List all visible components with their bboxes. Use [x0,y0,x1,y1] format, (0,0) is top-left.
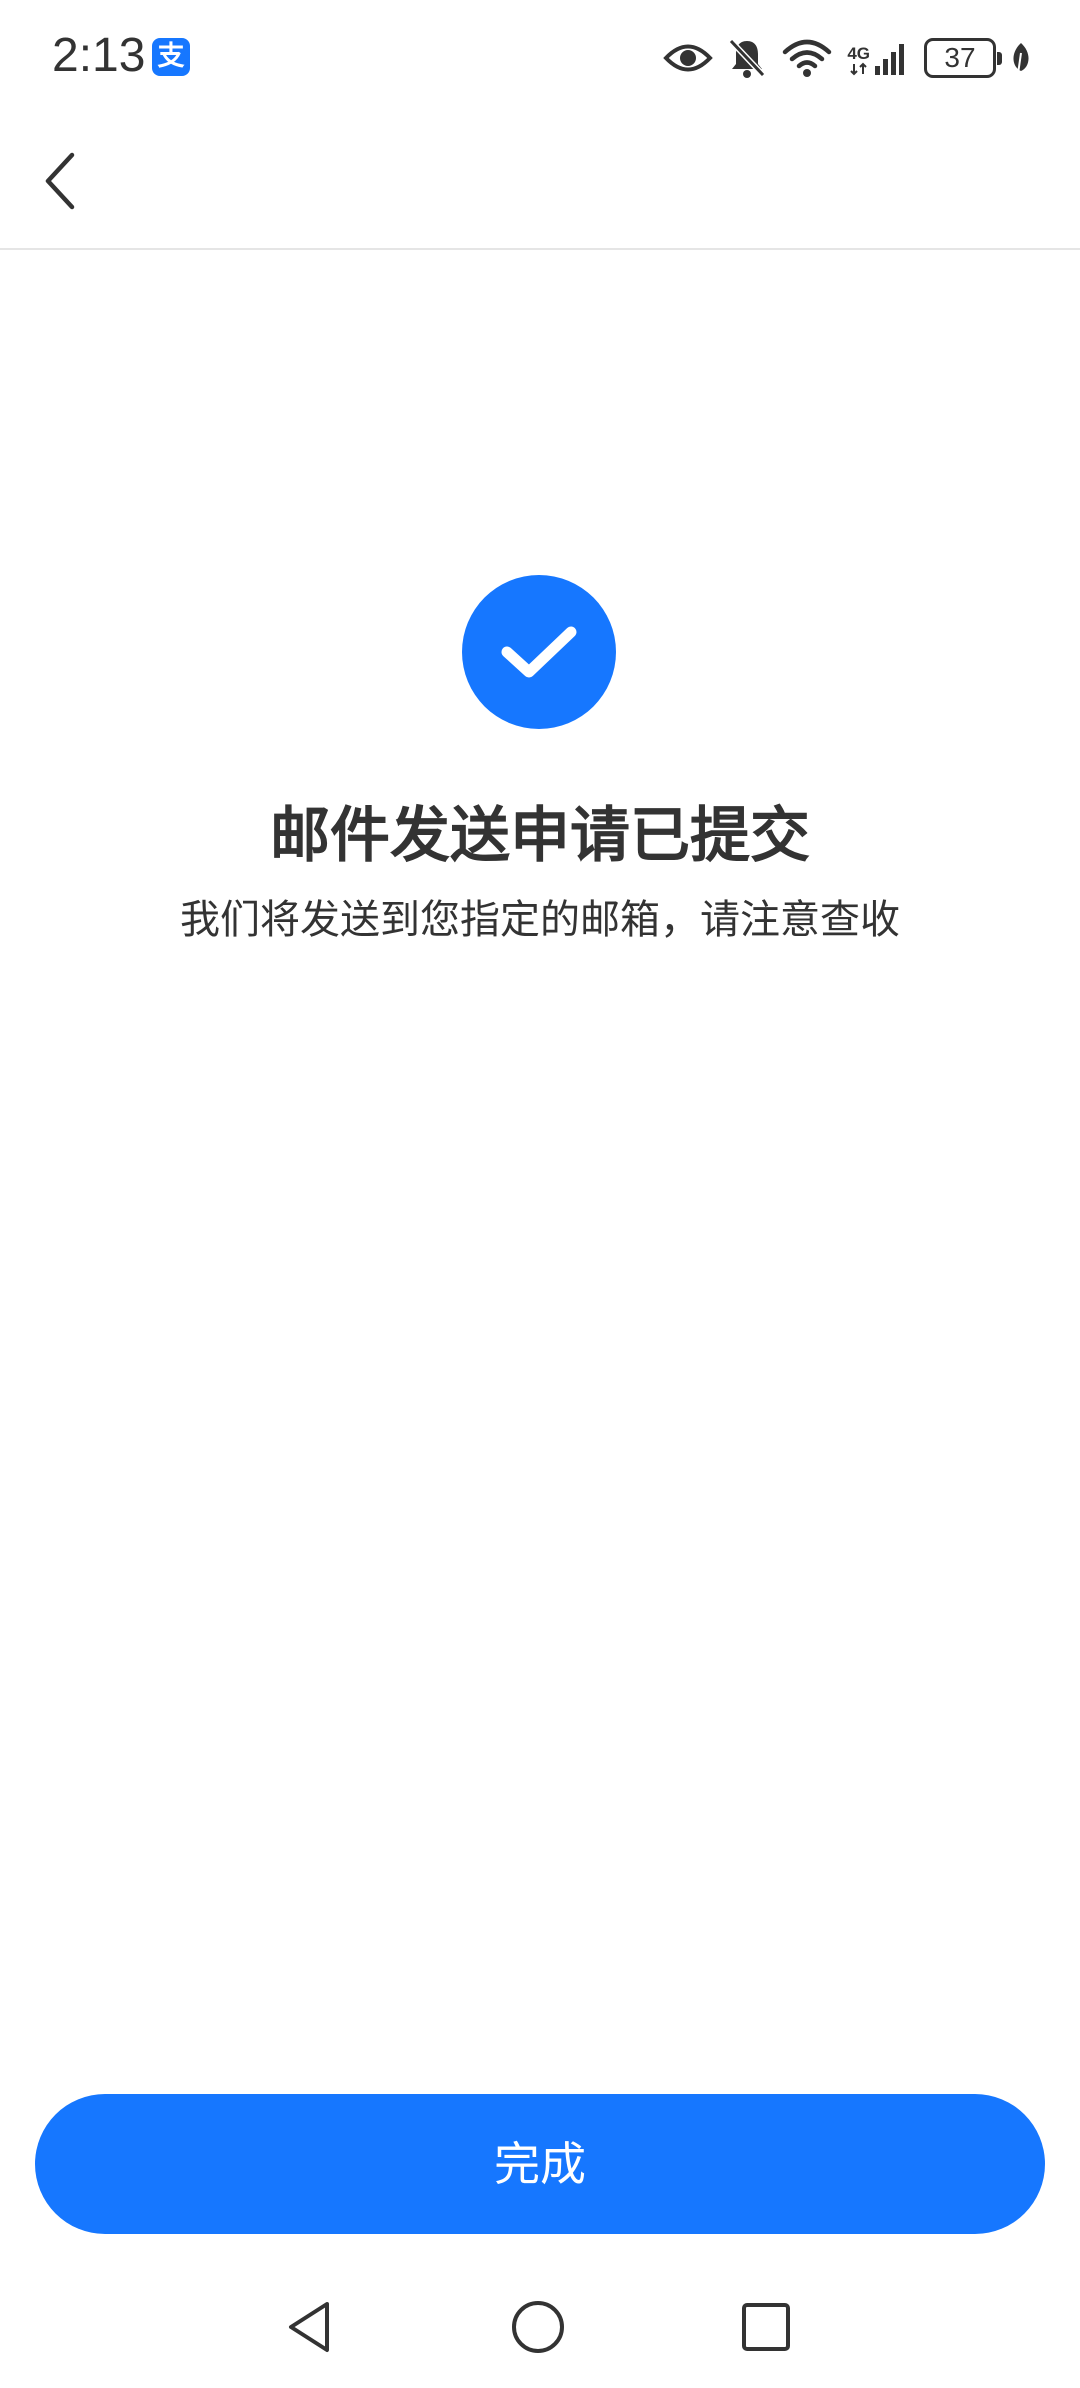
recents-square-icon [740,2301,792,2357]
network-type-label: 4G [847,44,870,63]
back-triangle-icon [283,2300,335,2358]
leaf-icon [1010,41,1032,75]
eye-icon [663,41,714,75]
battery-icon: 37 [924,38,1002,78]
nav-back-button[interactable] [250,2270,368,2388]
alipay-notification-icon: 支 [152,38,190,76]
done-button[interactable]: 完成 [35,2094,1045,2234]
home-circle-icon [510,2299,566,2359]
navigation-bar [0,2270,1080,2388]
chevron-left-icon [40,149,80,217]
check-circle-icon [462,575,616,729]
nav-recents-button[interactable] [707,2270,825,2388]
signal-icon: 4G [847,40,910,76]
status-bar: 2:13 支 4G 37 [0,0,1080,116]
nav-home-button[interactable] [479,2270,597,2388]
header [0,116,1080,250]
bell-off-icon [727,37,767,79]
status-time: 2:13 [52,29,146,82]
result-title: 邮件发送申请已提交 [270,801,810,871]
result-description: 我们将发送到您指定的邮箱，请注意查收 [180,897,900,943]
status-icons: 4G 37 [663,30,1032,86]
back-button[interactable] [20,138,100,228]
wifi-icon [781,38,833,78]
